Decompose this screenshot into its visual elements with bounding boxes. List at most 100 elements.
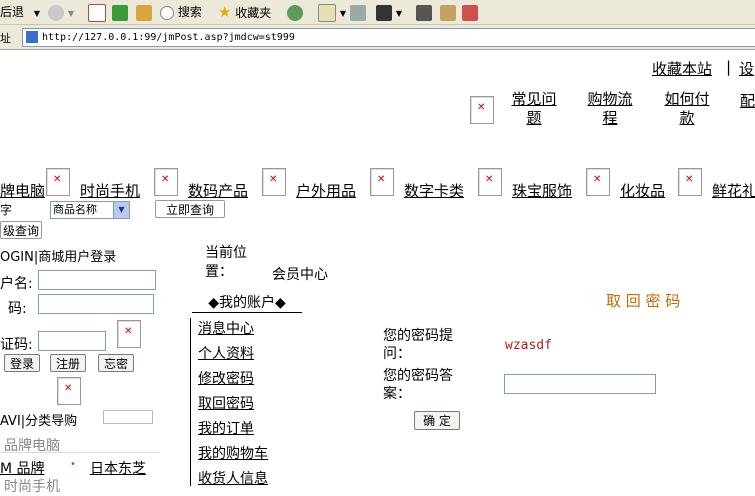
broken-image-icon xyxy=(478,168,502,196)
forward-arrow-icon xyxy=(48,4,64,21)
nav-item-toshiba[interactable]: 日本东芝 xyxy=(90,458,146,478)
mail-icon xyxy=(318,3,336,22)
category-link-flowers[interactable]: 鲜花礼 xyxy=(712,180,755,201)
chevron-down-icon[interactable]: ▼ xyxy=(340,9,346,18)
retrieve-title: 取 回 密 码 xyxy=(606,292,681,310)
confirm-button[interactable]: 确 定 xyxy=(414,411,460,430)
nav-divider xyxy=(0,452,160,453)
address-input[interactable]: http://127.0.0.1:99/jmPost.asp?jmdcw=st9… xyxy=(22,28,755,47)
register-button[interactable]: 注册 xyxy=(50,354,86,372)
chevron-down-icon[interactable]: ▼ xyxy=(68,9,74,18)
address-label: 址 xyxy=(0,32,11,45)
captcha-image xyxy=(117,320,141,348)
stop-button[interactable] xyxy=(88,3,106,22)
broken-image-icon xyxy=(470,96,494,124)
breadcrumb-value: 会员中心 xyxy=(272,267,328,283)
broken-image-icon xyxy=(586,168,610,196)
account-menu-cart[interactable]: 我的购物车 xyxy=(198,443,268,463)
broken-image-icon xyxy=(370,168,394,196)
login-title: OGIN|商城用户登录 xyxy=(0,250,117,265)
history-button[interactable] xyxy=(287,3,303,21)
research-icon xyxy=(462,4,478,21)
account-menu-addresses[interactable]: 收货人信息 xyxy=(198,468,268,488)
category-link-cards[interactable]: 数字卡类 xyxy=(404,180,464,201)
research-button[interactable] xyxy=(462,3,478,21)
search-submit-button[interactable]: 立即查询 xyxy=(155,200,225,218)
help-link-payment[interactable]: 如何付款 xyxy=(661,90,713,128)
search-field-select[interactable]: 商品名称 ▼ xyxy=(50,201,130,219)
discuss-button[interactable] xyxy=(416,3,432,21)
search-icon xyxy=(160,5,174,20)
history-icon xyxy=(287,4,303,21)
password-input[interactable] xyxy=(38,294,154,314)
edit-icon xyxy=(376,4,392,21)
account-menu-change-password[interactable]: 修改密码 xyxy=(198,368,254,388)
settings-link[interactable]: 设 xyxy=(739,58,754,79)
category-link-phones[interactable]: 时尚手机 xyxy=(80,180,140,201)
answer-label: 您的密码答案： xyxy=(383,368,453,402)
refresh-icon xyxy=(112,4,128,21)
address-url: http://127.0.0.1:99/jmPost.asp?jmdcw=st9… xyxy=(42,32,295,43)
broken-image-icon xyxy=(154,168,178,196)
forgot-password-button[interactable]: 忘密 xyxy=(98,354,134,372)
question-value: wzasdf xyxy=(505,338,552,353)
captcha-label: 证码: xyxy=(0,337,33,353)
favorites-label: 收藏夹 xyxy=(235,6,272,20)
mail-button[interactable]: ▼ xyxy=(318,3,346,22)
login-button[interactable]: 登录 xyxy=(4,354,40,372)
bookmark-link[interactable]: 收藏本站 xyxy=(652,58,712,79)
category-link-computers[interactable]: 牌电脑 xyxy=(0,180,45,201)
help-link-delivery[interactable]: 配 xyxy=(740,90,755,111)
account-menu-border xyxy=(190,318,191,486)
favorites-button[interactable]: ★ 收藏夹 xyxy=(218,3,271,21)
account-menu-messages[interactable]: 消息中心 xyxy=(198,318,254,338)
discuss-icon xyxy=(416,4,432,21)
account-menu-orders[interactable]: 我的订单 xyxy=(198,418,254,438)
captcha-input[interactable] xyxy=(38,331,106,351)
broken-image-icon xyxy=(57,377,81,405)
help-link-faq[interactable]: 常见问题 xyxy=(508,90,560,128)
chevron-down-icon[interactable]: ▼ xyxy=(396,9,402,18)
messenger-icon xyxy=(440,4,456,21)
chevron-down-icon: ▼ xyxy=(113,202,129,218)
search-button[interactable]: 搜索 xyxy=(160,3,202,21)
password-label: 码: xyxy=(8,301,27,317)
nav-item-brand[interactable]: M 品牌 xyxy=(0,458,45,478)
search-keyword-label: 字 xyxy=(0,203,13,217)
category-link-jewelry[interactable]: 珠宝服饰 xyxy=(512,180,572,201)
search-label: 搜索 xyxy=(177,5,202,19)
home-icon xyxy=(136,4,152,21)
category-link-outdoor[interactable]: 户外用品 xyxy=(296,180,356,201)
browser-toolbar: 后退 ▼ ▼ 搜索 ★ 收藏夹 ▼ ▼ xyxy=(0,0,755,25)
broken-image-icon xyxy=(46,168,70,196)
separator: | xyxy=(726,58,732,76)
advanced-search-button[interactable]: 级查询 xyxy=(0,221,42,239)
forward-button[interactable]: ▼ xyxy=(48,3,74,21)
print-button[interactable] xyxy=(350,3,366,21)
back-button[interactable]: 后退 ▼ xyxy=(0,3,40,21)
star-icon: ★ xyxy=(218,3,232,21)
account-menu-retrieve-password[interactable]: 取回密码 xyxy=(198,393,254,413)
print-icon xyxy=(350,4,366,21)
account-menu-profile[interactable]: 个人资料 xyxy=(198,343,254,363)
address-bar: 址 http://127.0.0.1:99/jmPost.asp?jmdcw=s… xyxy=(0,25,755,50)
category-link-cosmetics[interactable]: 化妆品 xyxy=(620,180,665,201)
home-button[interactable] xyxy=(136,3,152,21)
search-field-value: 商品名称 xyxy=(53,203,97,216)
username-input[interactable] xyxy=(38,270,156,290)
page-icon xyxy=(26,31,38,43)
broken-image-icon xyxy=(262,168,286,196)
chevron-down-icon[interactable]: ▼ xyxy=(34,9,40,18)
nav-item-phones[interactable]: 时尚手机 xyxy=(4,476,60,496)
nav-search-input[interactable] xyxy=(103,410,153,424)
edit-button[interactable]: ▼ xyxy=(376,3,402,21)
account-title: ◆我的账户◆ xyxy=(192,292,302,313)
username-label: 户名: xyxy=(0,276,33,292)
messenger-button[interactable] xyxy=(440,3,456,21)
answer-input[interactable] xyxy=(504,374,656,394)
question-label: 您的密码提问： xyxy=(383,328,453,362)
back-label: 后退 xyxy=(0,5,25,19)
refresh-button[interactable] xyxy=(112,3,128,21)
category-link-digital[interactable]: 数码产品 xyxy=(188,180,248,201)
help-link-process[interactable]: 购物流程 xyxy=(584,90,636,128)
